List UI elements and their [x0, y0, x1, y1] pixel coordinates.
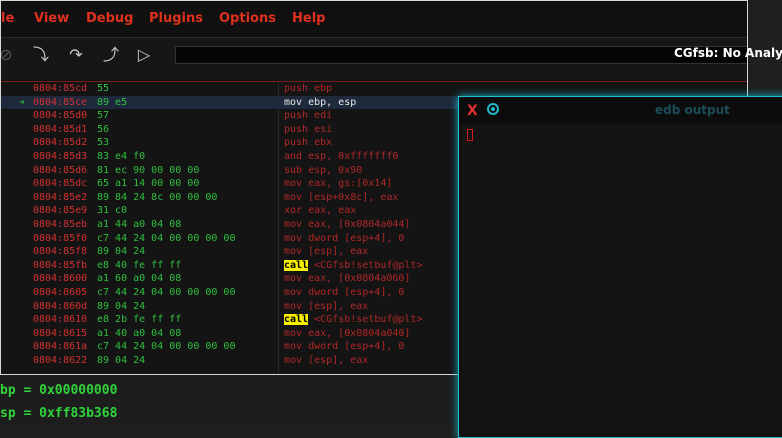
disasm-instruction: mov dword [esp+4], 0: [284, 232, 405, 244]
disasm-instruction: mov [esp], eax: [284, 246, 369, 258]
call-keyword: call: [284, 259, 309, 271]
disasm-instruction: mov ebp, esp: [284, 96, 357, 108]
edb-output-console[interactable]: [463, 125, 782, 433]
disasm-instruction: call <CGfsb!setbuf@plt>: [284, 259, 422, 273]
disasm-bytes: 53: [97, 137, 110, 149]
disasm-address: 0804:85d0: [33, 110, 88, 122]
disasm-address: 0804:85dc: [33, 178, 88, 190]
disasm-instruction: mov [esp], eax: [284, 300, 369, 312]
register-esp: sp = 0xff83b368: [0, 406, 118, 421]
disasm-bytes: 31 c0: [97, 205, 128, 217]
registers-panel: bp = 0x00000000 sp = 0xff83b368: [0, 375, 460, 429]
address-bar[interactable]: [175, 46, 747, 64]
edb-output-title: edb output: [655, 103, 730, 117]
disasm-instruction: mov [esp], eax: [284, 355, 369, 366]
pin-icon[interactable]: [487, 103, 499, 115]
menu-help[interactable]: Help: [292, 11, 325, 26]
disasm-address: 0804:85f0: [33, 232, 88, 244]
disasm-bytes: 89 84 24 8c 00 00 00: [97, 191, 218, 203]
disasm-bytes: a1 60 a0 04 08: [97, 273, 182, 285]
disasm-address: 0804:8605: [33, 287, 88, 298]
call-target: <CGfsb!setbuf@plt>: [308, 314, 423, 326]
call-keyword: call: [284, 314, 309, 326]
disasm-instruction: xor eax, eax: [284, 205, 357, 217]
disasm-address: 0804:85d1: [33, 123, 88, 135]
disasm-bytes: c7 44 24 04 00 00 00 00: [97, 232, 236, 244]
disasm-instruction: mov dword [esp+4], 0: [284, 287, 405, 298]
step-over-icon[interactable]: ↷: [65, 44, 87, 66]
close-icon[interactable]: X: [467, 103, 478, 119]
disasm-row[interactable]: 0804:85cd 55 push ebp: [1, 82, 747, 96]
disasm-address: 0804:8615: [33, 327, 88, 339]
edb-output-titlebar: X edb output: [459, 97, 782, 123]
plugin-status-text: CGfsb: No Analys: [674, 46, 782, 60]
register-ebp: bp = 0x00000000: [0, 383, 118, 398]
disasm-instruction: mov eax, gs:[0x14]: [284, 178, 393, 190]
disasm-instruction: mov eax, [0x0804a044]: [284, 219, 411, 230]
disasm-bytes: 89 04 24: [97, 246, 146, 258]
edb-output-window: X edb output: [458, 96, 782, 438]
disasm-instruction: push ebx: [284, 137, 333, 149]
disasm-address: 0804:85d3: [33, 151, 88, 162]
disasm-instruction: mov dword [esp+4], 0: [284, 341, 405, 353]
disasm-address: 0804:85eb: [33, 219, 88, 230]
disasm-instruction: mov eax, [0x0804a040]: [284, 327, 411, 339]
disasm-address: 0804:860d: [33, 300, 88, 312]
menu-options[interactable]: Options: [219, 11, 276, 26]
step-into-icon[interactable]: ⤵: [30, 44, 52, 66]
disasm-instruction: call <CGfsb!setbuf@plt>: [284, 313, 422, 327]
disasm-instruction: mov eax, [0x0804a060]: [284, 273, 411, 285]
disasm-bytes: 55: [97, 83, 110, 94]
disasm-bytes: 65 a1 14 00 00 00: [97, 178, 200, 190]
menu-bar: le View Debug Plugins Options Help: [1, 1, 747, 37]
disasm-address: 0804:8622: [33, 355, 88, 366]
current-instruction-arrow-icon: ➔: [19, 96, 26, 108]
disasm-bytes: 56: [97, 123, 110, 135]
disasm-address: 0804:85d2: [33, 137, 88, 149]
disasm-bytes: c7 44 24 04 00 00 00 00: [97, 341, 236, 353]
disasm-address: 0804:8600: [33, 273, 88, 285]
disasm-instruction: mov [esp+0x8c], eax: [284, 191, 399, 203]
run-icon[interactable]: ▷: [133, 44, 155, 66]
disasm-bytes: 81 ec 90 00 00 00: [97, 164, 200, 176]
disasm-bytes: 57: [97, 110, 110, 122]
disasm-instruction: sub esp, 0x90: [284, 164, 363, 176]
stop-icon[interactable]: ⊘: [1, 44, 17, 66]
call-target: <CGfsb!setbuf@plt>: [308, 259, 423, 271]
menu-plugins[interactable]: Plugins: [149, 11, 203, 26]
disasm-address: 0804:85cd: [33, 83, 88, 94]
disasm-bytes: 89 04 24: [97, 355, 146, 366]
toolbar: ⊘ ⤵ ↷ ⤴ ▷: [1, 37, 747, 80]
step-out-icon[interactable]: ⤴: [100, 44, 122, 66]
disasm-bytes: 89 04 24: [97, 300, 146, 312]
disasm-bytes: c7 44 24 04 00 00 00 00: [97, 287, 236, 298]
disasm-address: 0804:85e9: [33, 205, 88, 217]
text-cursor: [467, 129, 473, 141]
disasm-bytes: e8 2b fe ff ff: [97, 314, 182, 326]
disasm-bytes: 83 e4 f0: [97, 151, 146, 162]
disasm-address: 0804:8610: [33, 314, 88, 326]
disasm-address: 0804:861a: [33, 341, 88, 353]
disasm-instruction: push ebp: [284, 83, 333, 94]
disasm-instruction: and esp, 0xfffffff0: [284, 151, 399, 162]
disasm-address: 0804:85e2: [33, 191, 88, 203]
disasm-bytes: a1 40 a0 04 08: [97, 327, 182, 339]
disasm-address: 0804:85f8: [33, 246, 88, 258]
disasm-bytes: 89 e5: [97, 96, 128, 108]
menu-view[interactable]: View: [34, 11, 69, 26]
disasm-address: 0804:85fb: [33, 259, 88, 271]
disasm-bytes: a1 44 a0 04 08: [97, 219, 182, 230]
menu-debug[interactable]: Debug: [86, 11, 133, 26]
disasm-bytes: e8 40 fe ff ff: [97, 259, 182, 271]
disasm-instruction: push edi: [284, 110, 333, 122]
disasm-address: 0804:85d6: [33, 164, 88, 176]
disasm-instruction: push esi: [284, 123, 333, 135]
disasm-address: 0804:85ce: [33, 96, 88, 108]
menu-file[interactable]: le: [1, 11, 14, 26]
